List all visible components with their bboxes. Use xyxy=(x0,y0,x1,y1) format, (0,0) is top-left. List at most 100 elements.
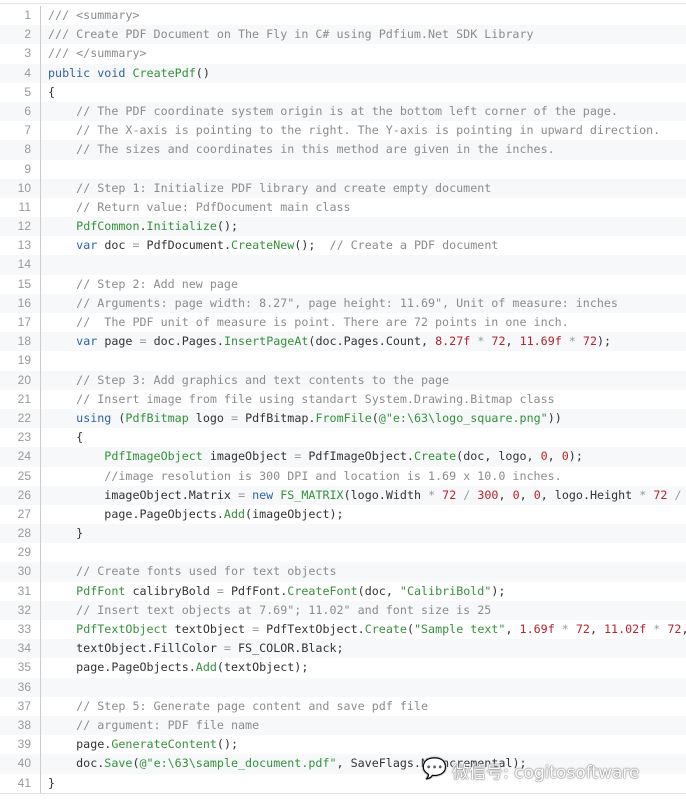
line-code: page.PageObjects.Add(textObject); xyxy=(41,658,308,677)
code-line: 17 // The PDF unit of measure is point. … xyxy=(0,313,686,333)
line-code: // The PDF unit of measure is point. The… xyxy=(41,313,569,332)
line-number: 25 xyxy=(0,466,41,486)
code-token: )) xyxy=(547,410,562,425)
code-line: 22 using (PdfBitmap logo = PdfBitmap.Fro… xyxy=(0,408,686,429)
line-code: // Step 1: Initialize PDF library and cr… xyxy=(41,179,491,198)
code-token: using xyxy=(76,410,112,425)
code-token: 0 xyxy=(561,449,569,464)
code-token: "CalibriBold" xyxy=(399,583,492,598)
code-line: 25 //image resolution is 300 DPI and loc… xyxy=(0,466,686,486)
line-number: 27 xyxy=(0,504,41,525)
code-token: logo xyxy=(188,410,231,425)
code-token: calibryBold xyxy=(125,583,217,598)
line-code: // Step 3: Add graphics and text content… xyxy=(41,371,449,390)
code-token: = xyxy=(132,238,140,253)
code-token: FS_MATRIX xyxy=(280,487,344,502)
code-token: 0 xyxy=(512,487,520,502)
code-line: 5{ xyxy=(0,82,686,102)
line-number: 19 xyxy=(0,351,41,371)
code-token: (logo.Width xyxy=(343,487,429,502)
code-line: 10 // Step 1: Initialize PDF library and… xyxy=(0,178,686,198)
code-token: doc xyxy=(97,238,133,253)
line-code: // Insert text objects at 7.69"; 11.02" … xyxy=(41,601,491,620)
line-code: PdfImageObject imageObject = PdfImageObj… xyxy=(41,447,583,466)
code-token: (); xyxy=(294,238,330,253)
code-token: CreateNew xyxy=(231,238,295,253)
code-token: // Arguments: page width: 8.27", page he… xyxy=(76,295,618,310)
code-token: 11.02f xyxy=(604,622,647,636)
line-code: // The sizes and coordinates in this met… xyxy=(41,140,554,159)
code-token: . xyxy=(139,219,147,234)
code-token: /// </summary> xyxy=(48,46,147,61)
code-line: 1 /// <summary> xyxy=(0,6,686,26)
code-line: 23 { xyxy=(0,428,686,448)
line-number: 16 xyxy=(0,293,41,313)
code-token: , xyxy=(519,487,534,502)
line-number: 4 xyxy=(0,63,41,83)
line-number: 2 xyxy=(0,25,41,45)
code-token: // Create fonts used for text objects xyxy=(76,564,337,579)
code-token: , xyxy=(505,622,520,636)
code-line: 7 // The X-axis is pointing to the right… xyxy=(0,121,686,141)
line-code: /// Create PDF Document on The Fly in C#… xyxy=(41,25,534,44)
code-token: PdfDocument. xyxy=(139,238,231,253)
line-code: /// <summary> xyxy=(41,6,139,25)
line-number: 28 xyxy=(0,524,41,544)
code-line: 12 PdfCommon.Initialize(); xyxy=(0,217,686,237)
code-token: PdfCommon xyxy=(76,219,140,234)
line-code: public void CreatePdf() xyxy=(41,64,210,83)
code-token: = xyxy=(216,583,224,598)
line-number: 13 xyxy=(0,236,41,256)
code-token: 1.69f xyxy=(519,622,555,636)
code-token: Create xyxy=(364,622,407,636)
code-line: 34 textObject.FillColor = FS_COLOR.Black… xyxy=(0,639,686,659)
line-code: PdfFont calibryBold = PdfFont.CreateFont… xyxy=(41,582,505,601)
line-number: 6 xyxy=(0,101,41,122)
code-token: PdfImageObject xyxy=(104,449,203,464)
code-token: textObject.FillColor xyxy=(48,641,224,656)
line-code: { xyxy=(41,83,55,102)
line-number: 30 xyxy=(0,562,41,582)
line-number: 31 xyxy=(0,581,41,601)
line-code: } xyxy=(41,774,55,793)
code-line: 3 /// </summary> xyxy=(0,44,686,64)
code-line: 30 // Create fonts used for text objects xyxy=(0,562,686,582)
line-number: 10 xyxy=(0,178,41,198)
line-number: 9 xyxy=(0,159,41,179)
line-number: 20 xyxy=(0,370,41,390)
code-token: CreatePdf xyxy=(132,65,196,80)
code-token: page.PageObjects. xyxy=(48,660,196,675)
line-number: 38 xyxy=(0,715,41,736)
line-number: 5 xyxy=(0,82,41,102)
code-token: , logo.Height xyxy=(540,487,640,502)
code-token: } xyxy=(48,526,84,541)
code-token: Add xyxy=(223,506,246,521)
code-token: 72 xyxy=(667,622,682,636)
code-token: (); xyxy=(216,219,239,234)
code-token: (); xyxy=(216,737,239,752)
code-token: PdfFont xyxy=(76,583,126,598)
code-token: = xyxy=(231,410,239,425)
line-code: // Return value: PdfDocument main class xyxy=(41,198,351,217)
code-token: (doc, xyxy=(357,583,400,598)
code-token: Save xyxy=(104,756,133,771)
line-number: 33 xyxy=(0,620,41,640)
code-token: (doc, logo, xyxy=(456,449,541,464)
code-line: 14 xyxy=(0,255,686,275)
line-number: 17 xyxy=(0,313,41,333)
code-line: 16 // Arguments: page width: 8.27", page… xyxy=(0,293,686,313)
code-line: 4 public void CreatePdf() xyxy=(0,63,686,83)
code-token: // Return value: PdfDocument main class xyxy=(76,199,351,214)
code-token: 8.27f xyxy=(435,334,471,349)
line-number: 21 xyxy=(0,389,41,409)
